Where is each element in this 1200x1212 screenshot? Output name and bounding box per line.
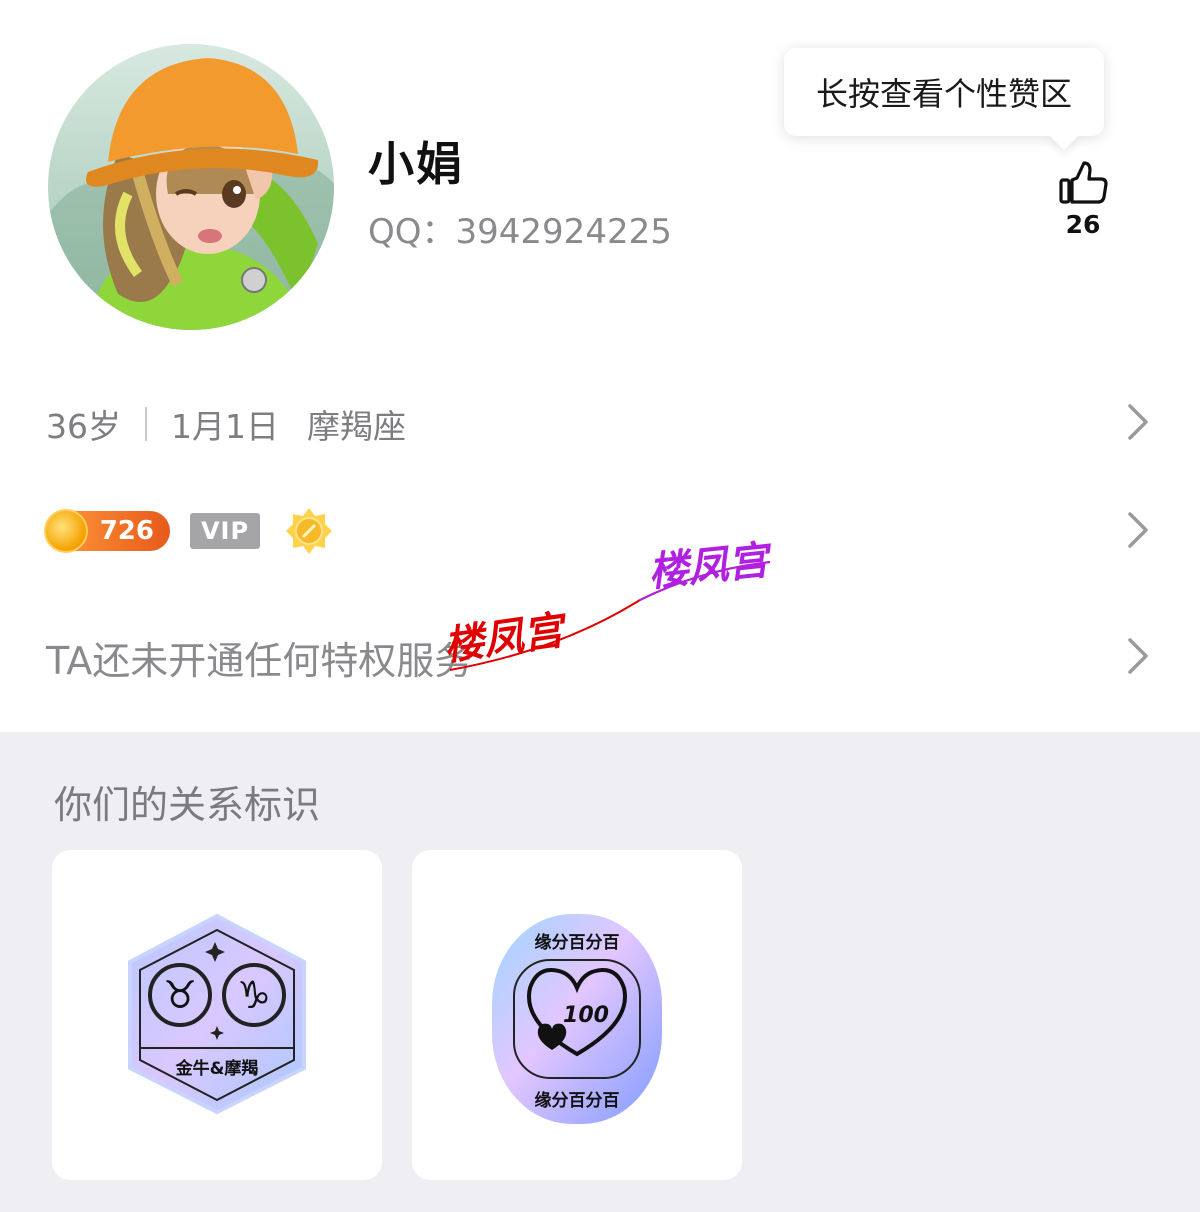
info-divider [145, 407, 147, 441]
chevron-right-icon [1128, 512, 1148, 548]
birthday-text: 1月1日 [171, 407, 279, 446]
privilege-text: TA还未开通任何特权服务 [46, 639, 473, 683]
relationship-card-match[interactable]: 100 缘分百分百 缘分百分百 [412, 850, 742, 1180]
zodiac-text: 摩羯座 [307, 407, 406, 446]
relationship-card-zodiac[interactable]: ♉ ♑ 金牛&摩羯 [52, 850, 382, 1180]
match-top-text: 缘分百分百 [535, 932, 620, 953]
badges-row[interactable]: 726 VIP [0, 484, 1200, 574]
user-name: 小娟 [368, 137, 464, 191]
like-hint-tooltip: 长按查看个性赞区 [784, 48, 1104, 136]
taurus-icon: ♉ [163, 973, 197, 1017]
vip-label: VIP [200, 517, 250, 545]
sun-badge-icon[interactable] [284, 506, 334, 556]
privilege-row[interactable]: TA还未开通任何特权服务 [0, 610, 1200, 700]
qq-level-badge[interactable]: 726 [44, 509, 170, 553]
chevron-right-icon [1128, 404, 1148, 440]
thumbs-up-icon [1052, 158, 1114, 208]
basic-info-row[interactable]: 36岁 1月1日 摩羯座 [0, 376, 1200, 466]
relationship-title: 你们的关系标识 [54, 783, 321, 827]
match-bottom-text: 缘分百分百 [535, 1090, 620, 1111]
like-button[interactable]: 26 [1052, 158, 1114, 254]
qq-number: QQ：3942924225 [368, 212, 672, 252]
like-count: 26 [1065, 210, 1101, 239]
avatar[interactable] [48, 44, 334, 330]
tooltip-text: 长按查看个性赞区 [815, 75, 1072, 113]
zodiac-pair-label: 金牛&摩羯 [175, 1058, 259, 1079]
coin-icon [44, 509, 88, 553]
vip-badge[interactable]: VIP [190, 513, 260, 549]
level-number: 726 [99, 516, 154, 546]
age-text: 36岁 [46, 407, 121, 446]
relationship-section: 你们的关系标识 ♉ ♑ 金牛&摩羯 100 缘分百分百 缘分百分百 [0, 732, 1200, 1212]
profile-header: 小娟 QQ：3942924225 长按查看个性赞区 26 36岁 1月1日 摩羯… [0, 0, 1200, 732]
chevron-right-icon [1128, 638, 1148, 674]
match-number: 100 [563, 1003, 609, 1028]
capricorn-icon: ♑ [237, 973, 271, 1017]
